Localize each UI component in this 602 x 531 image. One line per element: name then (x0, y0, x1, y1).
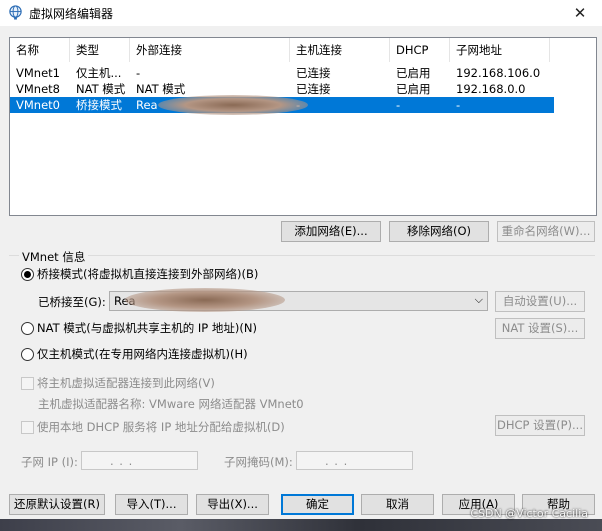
bridged-to-label: 已桥接至(G): (38, 295, 106, 309)
close-button[interactable]: ✕ (558, 0, 602, 26)
host-only-radio[interactable] (21, 348, 34, 361)
column-header-subnet[interactable]: 子网地址 (450, 38, 550, 62)
rename-network-button[interactable]: 重命名网络(W)... (497, 221, 595, 242)
export-button[interactable]: 导出(X)... (196, 494, 269, 515)
cell-name: VMnet1 (16, 66, 60, 80)
cell-type: NAT 模式 (76, 82, 126, 96)
ip-dots: . . . (325, 454, 349, 468)
cell-dhcp: 已启用 (396, 66, 431, 80)
nat-settings-button[interactable]: NAT 设置(S)... (495, 318, 585, 339)
cancel-button[interactable]: 取消 (361, 494, 434, 515)
cell-subnet: 192.168.0.0 (456, 82, 526, 96)
connect-adapter-label[interactable]: 将主机虚拟适配器连接到此网络(V) (37, 375, 215, 391)
watermark: CSDN @Victor Cacilia (470, 507, 588, 520)
bridged-radio[interactable] (21, 268, 34, 281)
host-only-label[interactable]: 仅主机模式(在专用网络内连接虚拟机)(H) (37, 346, 248, 362)
cell-subnet: - (456, 98, 461, 112)
dhcp-label[interactable]: 使用本地 DHCP 服务将 IP 地址分配给虚拟机(D) (37, 419, 285, 435)
cell-dhcp: 已启用 (396, 82, 431, 96)
subnet-ip-label: 子网 IP (I): (21, 455, 78, 469)
cell-host: 已连接 (296, 82, 331, 96)
column-header-type[interactable]: 类型 (70, 38, 130, 62)
nat-radio[interactable] (21, 322, 34, 335)
dhcp-checkbox[interactable] (21, 421, 34, 434)
network-globe-icon (9, 5, 22, 20)
title-bar: 虚拟网络编辑器 ✕ (0, 0, 602, 26)
column-header-name[interactable]: 名称 (10, 38, 70, 62)
remove-network-button[interactable]: 移除网络(O) (389, 221, 489, 242)
network-list[interactable]: 名称 类型 外部连接 主机连接 DHCP 子网地址 VMnet1 仅主机... … (9, 37, 597, 216)
add-network-button[interactable]: 添加网络(E)... (281, 221, 381, 242)
table-row[interactable]: VMnet1 仅主机... - 已连接 已启用 192.168.106.0 (10, 65, 554, 81)
group-title: VMnet 信息 (19, 249, 89, 265)
ip-dots: . . . (110, 454, 134, 468)
cell-type: 桥接模式 (76, 98, 122, 112)
cell-subnet: 192.168.106.0 (456, 66, 541, 80)
redaction-blur (158, 95, 308, 115)
cell-name: VMnet0 (16, 98, 60, 112)
radio-selected-dot (24, 271, 31, 278)
cell-type: 仅主机... (76, 66, 122, 80)
table-row[interactable]: VMnet8 NAT 模式 NAT 模式 已连接 已启用 192.168.0.0 (10, 81, 554, 97)
adapter-name-text: 主机虚拟适配器名称: VMware 网络适配器 VMnet0 (38, 397, 304, 411)
dhcp-settings-button[interactable]: DHCP 设置(P)... (495, 415, 585, 436)
cell-external: - (136, 66, 141, 80)
column-header-dhcp[interactable]: DHCP (390, 38, 450, 62)
subnet-mask-label: 子网掩码(M): (224, 455, 293, 469)
column-header-host[interactable]: 主机连接 (290, 38, 390, 62)
redaction-blur (125, 288, 285, 312)
window-title: 虚拟网络编辑器 (29, 7, 114, 21)
cell-dhcp: - (396, 98, 401, 112)
bridged-label[interactable]: 桥接模式(将虚拟机直接连接到外部网络)(B) (37, 266, 258, 282)
column-header-external[interactable]: 外部连接 (130, 38, 290, 62)
cell-name: VMnet8 (16, 82, 60, 96)
import-button[interactable]: 导入(T)... (115, 494, 188, 515)
connect-adapter-checkbox[interactable] (21, 377, 34, 390)
desktop-background-strip (0, 519, 602, 531)
ok-button[interactable]: 确定 (281, 494, 354, 515)
nat-label[interactable]: NAT 模式(与虚拟机共享主机的 IP 地址)(N) (37, 320, 257, 336)
restore-defaults-button[interactable]: 还原默认设置(R) (9, 494, 105, 515)
auto-settings-button[interactable]: 自动设置(U)... (495, 291, 585, 312)
subnet-ip-field[interactable]: . . . (81, 451, 198, 470)
list-header: 名称 类型 外部连接 主机连接 DHCP 子网地址 (10, 38, 596, 62)
subnet-mask-field[interactable]: . . . (296, 451, 413, 470)
cell-host: 已连接 (296, 66, 331, 80)
chevron-down-icon: ⌵ (474, 293, 483, 306)
